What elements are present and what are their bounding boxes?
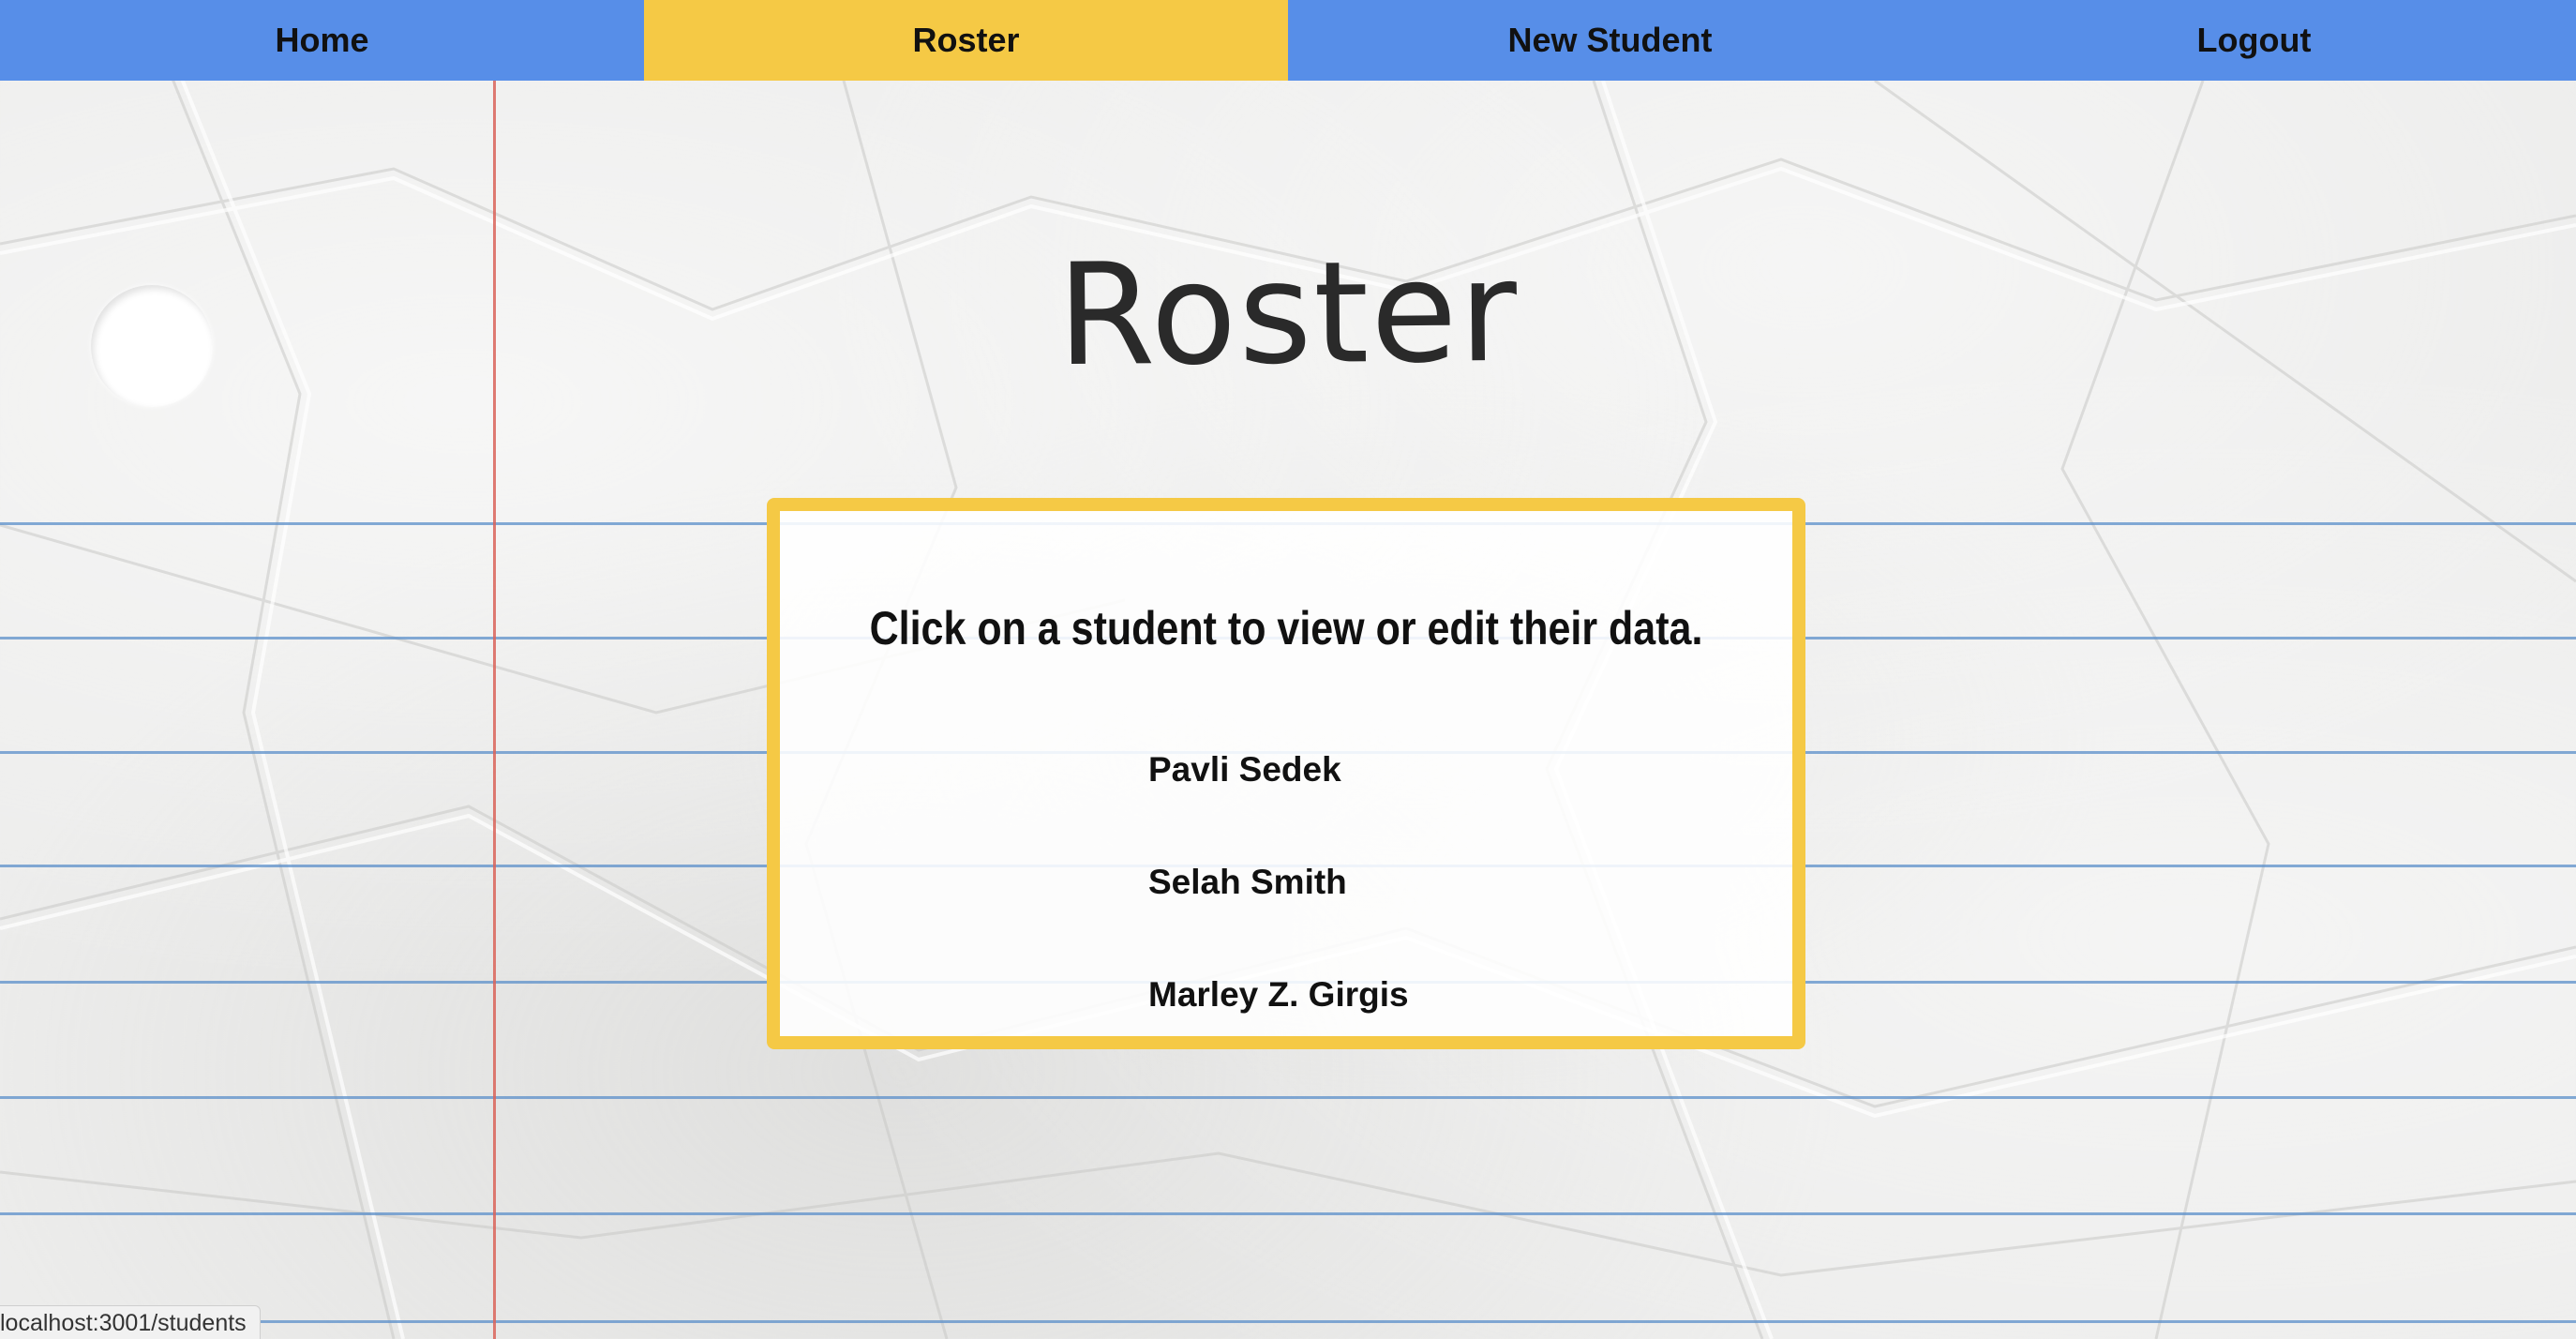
ruled-line [0, 1320, 2576, 1323]
top-nav: Home Roster New Student Logout [0, 0, 2576, 81]
student-list: Pavli Sedek Selah Smith Marley Z. Girgis [1148, 749, 1409, 1087]
student-link[interactable]: Selah Smith [1148, 862, 1409, 974]
ruled-line [0, 1212, 2576, 1215]
nav-logout[interactable]: Logout [1932, 0, 2576, 81]
student-name: Marley Z. Girgis [1148, 975, 1409, 1014]
student-name: Selah Smith [1148, 863, 1347, 901]
nav-new-student[interactable]: New Student [1288, 0, 1932, 81]
status-bar-url: localhost:3001/students [0, 1305, 261, 1339]
ruled-line [0, 1096, 2576, 1099]
roster-card: Click on a student to view or edit their… [767, 498, 1805, 1049]
student-name: Pavli Sedek [1148, 750, 1341, 789]
card-instructions: Click on a student to view or edit their… [869, 602, 1703, 654]
nav-roster[interactable]: Roster [644, 0, 1288, 81]
student-link[interactable]: Marley Z. Girgis [1148, 974, 1409, 1087]
margin-line [493, 0, 496, 1339]
page-title: Roster [1056, 230, 1520, 399]
student-link[interactable]: Pavli Sedek [1148, 749, 1409, 862]
nav-home[interactable]: Home [0, 0, 644, 81]
